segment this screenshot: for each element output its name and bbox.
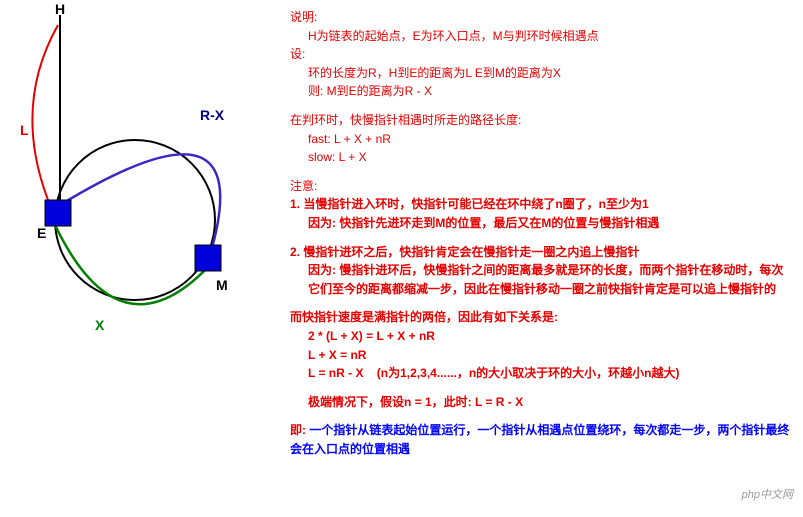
node-e: [45, 200, 71, 226]
edge-x-arc: [55, 225, 210, 304]
diagram-svg: H E M L R-X X: [0, 0, 275, 380]
label-l: L: [20, 122, 29, 138]
derivation-eq3-note: (n为1,2,3,4......，n的大小取决于环的大小，环越小n越大): [377, 366, 680, 380]
cycle-circle: [55, 140, 215, 300]
notice-p2: 2. 慢指针进环之后，快指针肯定会在慢指针走一圈之内追上慢指针: [290, 243, 790, 262]
conclusion-line: 即: 一个指针从链表起始位置运行，一个指针从相遇点位置绕环，每次都走一步，两个指…: [290, 421, 790, 458]
conclusion-text: 一个指针从链表起始位置运行，一个指针从相遇点位置绕环，每次都走一步，两个指针最终…: [290, 423, 789, 456]
watermark: php中文网: [742, 486, 793, 502]
explain-set1: 环的长度为R，H到E的距离为L E到M的距离为X: [308, 64, 790, 83]
label-x: X: [95, 317, 105, 333]
meeting-slow: slow: L + X: [308, 148, 790, 167]
derivation-eq1: 2 * (L + X) = L + X + nR: [308, 327, 790, 346]
conclusion-title: 即:: [290, 423, 306, 437]
explanation-text: 说明: H为链表的起始点，E为环入口点，M与判环时候相遇点 设: 环的长度为R，…: [290, 8, 790, 458]
meeting-title: 在判环时，快慢指针相遇时所走的路径长度:: [290, 111, 790, 130]
derivation-eq3-line: L = nR - X (n为1,2,3,4......，n的大小取决于环的大小，…: [308, 364, 790, 383]
explain-title: 说明:: [290, 8, 790, 27]
meeting-fast: fast: L + X + nR: [308, 130, 790, 149]
notice-title: 注意:: [290, 177, 790, 196]
label-rx: R-X: [200, 107, 225, 123]
explain-line1: H为链表的起始点，E为环入口点，M与判环时候相遇点: [308, 27, 790, 46]
explain-set: 设:: [290, 45, 790, 64]
edge-l-arc: [32, 25, 58, 210]
derivation-eq2: L + X = nR: [308, 346, 790, 365]
notice-p1: 1. 当慢指针进入环时，快指针可能已经在环中绕了n圈了，n至少为1: [290, 195, 790, 214]
label-h: H: [55, 1, 65, 17]
notice-p2-reason: 因为: 慢指针进环后，快慢指针之间的距离最多就是环的长度，而两个指针在移动时，每…: [308, 261, 790, 298]
explain-set2: 则: M到E的距离为R - X: [308, 82, 790, 101]
linked-list-cycle-diagram: H E M L R-X X: [0, 0, 275, 380]
node-m: [195, 245, 221, 271]
notice-p1-reason: 因为: 快指针先进环走到M的位置，最后又在M的位置与慢指针相遇: [308, 214, 790, 233]
label-m: M: [216, 277, 228, 293]
derivation-title: 而快指针速度是满指针的两倍，因此有如下关系是:: [290, 308, 790, 327]
derivation-eq3: L = nR - X: [308, 366, 363, 380]
label-e: E: [37, 225, 46, 241]
extreme-case: 极端情况下，假设n = 1，此时: L = R - X: [308, 393, 790, 412]
